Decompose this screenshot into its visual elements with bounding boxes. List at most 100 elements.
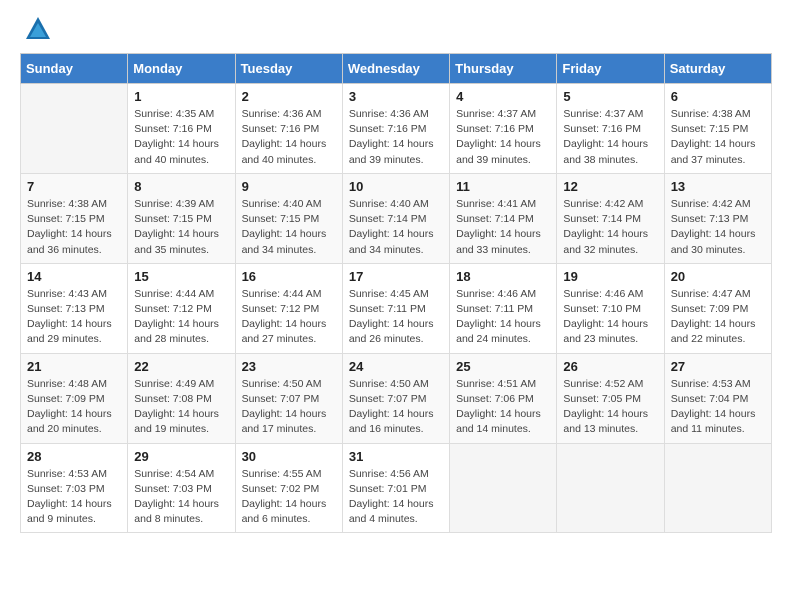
day-info: Sunrise: 4:54 AMSunset: 7:03 PMDaylight:… xyxy=(134,467,228,528)
weekday-header-row: SundayMondayTuesdayWednesdayThursdayFrid… xyxy=(21,54,772,84)
day-number: 27 xyxy=(671,359,765,374)
day-number: 15 xyxy=(134,269,228,284)
weekday-header-friday: Friday xyxy=(557,54,664,84)
calendar-cell: 1Sunrise: 4:35 AMSunset: 7:16 PMDaylight… xyxy=(128,84,235,174)
calendar-cell: 10 Sunrise: 4:40 AMSunset: 7:14 PMDayligh… xyxy=(342,173,449,263)
calendar-cell: 22 Sunrise: 4:49 AMSunset: 7:08 PMDayligh… xyxy=(128,353,235,443)
day-info: Sunrise: 4:56 AMSunset: 7:01 PMDaylight:… xyxy=(349,467,443,528)
weekday-header-saturday: Saturday xyxy=(664,54,771,84)
calendar-week-row: 14 Sunrise: 4:43 AMSunset: 7:13 PMDayligh… xyxy=(21,263,772,353)
day-number: 24 xyxy=(349,359,443,374)
calendar-cell: 15 Sunrise: 4:44 AMSunset: 7:12 PMDayligh… xyxy=(128,263,235,353)
calendar-cell: 26 Sunrise: 4:52 AMSunset: 7:05 PMDayligh… xyxy=(557,353,664,443)
logo xyxy=(20,20,52,43)
calendar-cell: 21 Sunrise: 4:48 AMSunset: 7:09 PMDayligh… xyxy=(21,353,128,443)
day-info: Sunrise: 4:35 AMSunset: 7:16 PMDaylight:… xyxy=(134,107,228,168)
day-number: 9 xyxy=(242,179,336,194)
day-info: Sunrise: 4:36 AMSunset: 7:16 PMDaylight:… xyxy=(242,107,336,168)
day-info: Sunrise: 4:39 AMSunset: 7:15 PMDaylight:… xyxy=(134,197,228,258)
day-number: 28 xyxy=(27,449,121,464)
day-info: Sunrise: 4:47 AMSunset: 7:09 PMDaylight:… xyxy=(671,287,765,348)
weekday-header-tuesday: Tuesday xyxy=(235,54,342,84)
calendar-cell: 14 Sunrise: 4:43 AMSunset: 7:13 PMDayligh… xyxy=(21,263,128,353)
calendar-cell: 4 Sunrise: 4:37 AMSunset: 7:16 PMDaylight… xyxy=(450,84,557,174)
day-number: 16 xyxy=(242,269,336,284)
calendar-cell: 2 Sunrise: 4:36 AMSunset: 7:16 PMDaylight… xyxy=(235,84,342,174)
day-info: Sunrise: 4:41 AMSunset: 7:14 PMDaylight:… xyxy=(456,197,550,258)
calendar-week-row: 7 Sunrise: 4:38 AMSunset: 7:15 PMDaylight… xyxy=(21,173,772,263)
calendar-cell: 24 Sunrise: 4:50 AMSunset: 7:07 PMDayligh… xyxy=(342,353,449,443)
day-info: Sunrise: 4:52 AMSunset: 7:05 PMDaylight:… xyxy=(563,377,657,438)
calendar-cell: 11Sunrise: 4:41 AMSunset: 7:14 PMDayligh… xyxy=(450,173,557,263)
weekday-header-monday: Monday xyxy=(128,54,235,84)
calendar-cell: 23 Sunrise: 4:50 AMSunset: 7:07 PMDayligh… xyxy=(235,353,342,443)
day-info: Sunrise: 4:46 AMSunset: 7:11 PMDaylight:… xyxy=(456,287,550,348)
day-number: 6 xyxy=(671,89,765,104)
day-info: Sunrise: 4:40 AMSunset: 7:14 PMDaylight:… xyxy=(349,197,443,258)
calendar-cell: 12Sunrise: 4:42 AMSunset: 7:14 PMDayligh… xyxy=(557,173,664,263)
calendar-cell: 31 Sunrise: 4:56 AMSunset: 7:01 PMDayligh… xyxy=(342,443,449,533)
day-number: 26 xyxy=(563,359,657,374)
day-info: Sunrise: 4:43 AMSunset: 7:13 PMDaylight:… xyxy=(27,287,121,348)
day-number: 25 xyxy=(456,359,550,374)
calendar-week-row: 1Sunrise: 4:35 AMSunset: 7:16 PMDaylight… xyxy=(21,84,772,174)
day-number: 18 xyxy=(456,269,550,284)
day-info: Sunrise: 4:42 AMSunset: 7:13 PMDaylight:… xyxy=(671,197,765,258)
day-info: Sunrise: 4:36 AMSunset: 7:16 PMDaylight:… xyxy=(349,107,443,168)
day-number: 13 xyxy=(671,179,765,194)
calendar-cell xyxy=(21,84,128,174)
day-info: Sunrise: 4:40 AMSunset: 7:15 PMDaylight:… xyxy=(242,197,336,258)
calendar-cell: 7 Sunrise: 4:38 AMSunset: 7:15 PMDaylight… xyxy=(21,173,128,263)
day-number: 23 xyxy=(242,359,336,374)
calendar-cell: 30 Sunrise: 4:55 AMSunset: 7:02 PMDayligh… xyxy=(235,443,342,533)
weekday-header-wednesday: Wednesday xyxy=(342,54,449,84)
calendar-cell: 20 Sunrise: 4:47 AMSunset: 7:09 PMDayligh… xyxy=(664,263,771,353)
day-info: Sunrise: 4:48 AMSunset: 7:09 PMDaylight:… xyxy=(27,377,121,438)
day-number: 20 xyxy=(671,269,765,284)
calendar-table: SundayMondayTuesdayWednesdayThursdayFrid… xyxy=(20,53,772,533)
day-number: 7 xyxy=(27,179,121,194)
calendar-cell: 5Sunrise: 4:37 AMSunset: 7:16 PMDaylight… xyxy=(557,84,664,174)
calendar-cell: 27Sunrise: 4:53 AMSunset: 7:04 PMDayligh… xyxy=(664,353,771,443)
weekday-header-thursday: Thursday xyxy=(450,54,557,84)
day-info: Sunrise: 4:37 AMSunset: 7:16 PMDaylight:… xyxy=(456,107,550,168)
calendar-cell: 28Sunrise: 4:53 AMSunset: 7:03 PMDayligh… xyxy=(21,443,128,533)
day-info: Sunrise: 4:50 AMSunset: 7:07 PMDaylight:… xyxy=(242,377,336,438)
day-info: Sunrise: 4:42 AMSunset: 7:14 PMDaylight:… xyxy=(563,197,657,258)
calendar-cell: 16Sunrise: 4:44 AMSunset: 7:12 PMDayligh… xyxy=(235,263,342,353)
calendar-cell xyxy=(557,443,664,533)
day-number: 22 xyxy=(134,359,228,374)
day-info: Sunrise: 4:38 AMSunset: 7:15 PMDaylight:… xyxy=(27,197,121,258)
day-info: Sunrise: 4:45 AMSunset: 7:11 PMDaylight:… xyxy=(349,287,443,348)
day-info: Sunrise: 4:50 AMSunset: 7:07 PMDaylight:… xyxy=(349,377,443,438)
day-info: Sunrise: 4:55 AMSunset: 7:02 PMDaylight:… xyxy=(242,467,336,528)
calendar-cell: 17 Sunrise: 4:45 AMSunset: 7:11 PMDayligh… xyxy=(342,263,449,353)
calendar-cell xyxy=(450,443,557,533)
day-number: 8 xyxy=(134,179,228,194)
day-number: 21 xyxy=(27,359,121,374)
day-number: 29 xyxy=(134,449,228,464)
day-info: Sunrise: 4:49 AMSunset: 7:08 PMDaylight:… xyxy=(134,377,228,438)
day-number: 2 xyxy=(242,89,336,104)
day-number: 30 xyxy=(242,449,336,464)
calendar-cell: 18 Sunrise: 4:46 AMSunset: 7:11 PMDayligh… xyxy=(450,263,557,353)
day-number: 10 xyxy=(349,179,443,194)
day-number: 4 xyxy=(456,89,550,104)
calendar-cell: 3 Sunrise: 4:36 AMSunset: 7:16 PMDaylight… xyxy=(342,84,449,174)
calendar-cell: 13 Sunrise: 4:42 AMSunset: 7:13 PMDayligh… xyxy=(664,173,771,263)
day-info: Sunrise: 4:37 AMSunset: 7:16 PMDaylight:… xyxy=(563,107,657,168)
day-number: 14 xyxy=(27,269,121,284)
day-number: 3 xyxy=(349,89,443,104)
calendar-cell: 29 Sunrise: 4:54 AMSunset: 7:03 PMDayligh… xyxy=(128,443,235,533)
page-header xyxy=(20,20,772,43)
day-info: Sunrise: 4:44 AMSunset: 7:12 PMDaylight:… xyxy=(134,287,228,348)
calendar-cell: 9 Sunrise: 4:40 AMSunset: 7:15 PMDaylight… xyxy=(235,173,342,263)
calendar-cell: 6 Sunrise: 4:38 AMSunset: 7:15 PMDaylight… xyxy=(664,84,771,174)
day-info: Sunrise: 4:46 AMSunset: 7:10 PMDaylight:… xyxy=(563,287,657,348)
day-info: Sunrise: 4:38 AMSunset: 7:15 PMDaylight:… xyxy=(671,107,765,168)
calendar-cell: 8 Sunrise: 4:39 AMSunset: 7:15 PMDaylight… xyxy=(128,173,235,263)
day-number: 31 xyxy=(349,449,443,464)
day-number: 19 xyxy=(563,269,657,284)
calendar-cell xyxy=(664,443,771,533)
day-number: 17 xyxy=(349,269,443,284)
